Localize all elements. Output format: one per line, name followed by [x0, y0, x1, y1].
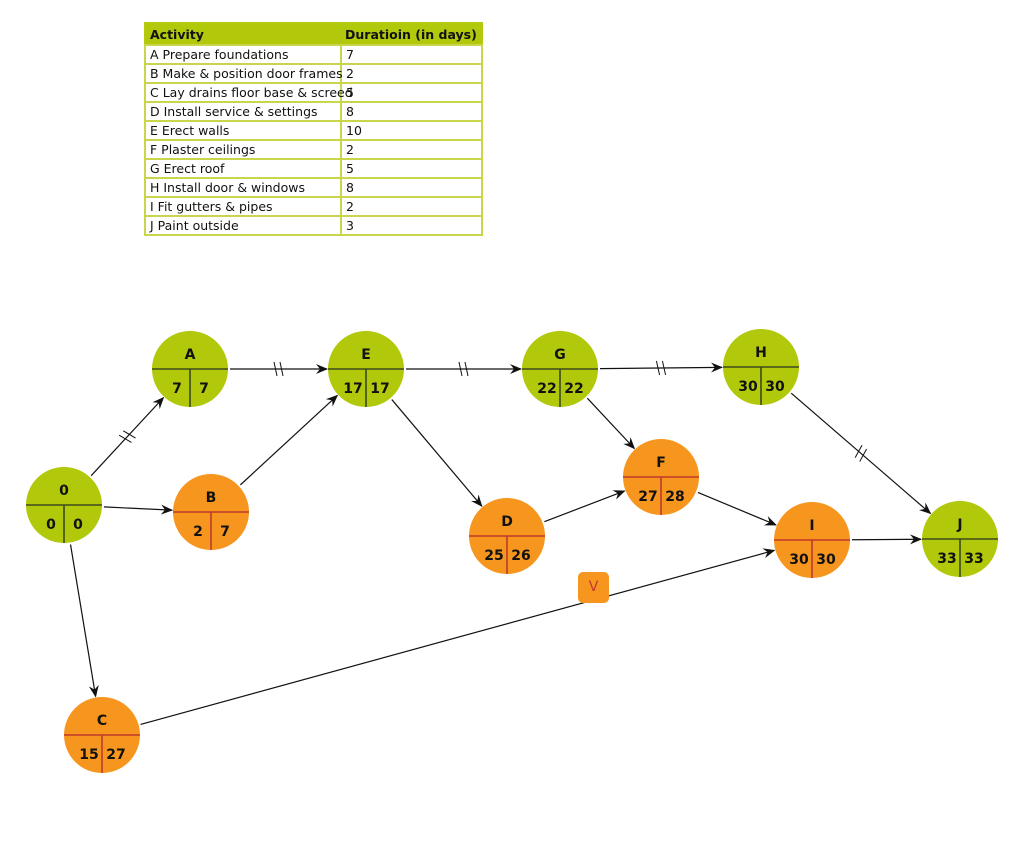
node-H[interactable]: H 30 30: [723, 329, 799, 405]
edge-H-J: [790, 392, 932, 515]
edge-E-D: [391, 399, 483, 507]
node-earliest-time: 2: [193, 524, 203, 540]
node-earliest-time: 30: [789, 552, 809, 568]
node-label: G: [554, 347, 566, 363]
edge-0-C: [69, 544, 99, 698]
node-E[interactable]: E 17 17: [328, 331, 404, 407]
node-G[interactable]: G 22 22: [522, 331, 598, 407]
nodes-layer: 00 0A7 7B2 7C15 27E17 17D25 26G22 22F27 28H30 30I…: [26, 329, 998, 773]
node-latest-time: 26: [511, 548, 530, 564]
node-label: B: [206, 490, 217, 506]
node-label: J: [956, 517, 962, 533]
node-latest-time: 30: [816, 552, 836, 568]
node-D[interactable]: D 25 26: [469, 498, 545, 574]
arrow-line: [90, 396, 165, 477]
critical-tick-mark: [854, 444, 863, 458]
node-label: A: [185, 347, 196, 363]
edge-0-B: [103, 504, 174, 515]
node-latest-time: 33: [964, 551, 983, 567]
node-earliest-time: 27: [638, 489, 657, 505]
node-label: I: [809, 518, 814, 534]
node-latest-time: 0: [73, 517, 83, 533]
node-0[interactable]: 0 0 0: [26, 467, 102, 543]
edge-D-F: [544, 490, 626, 523]
node-earliest-time: 33: [937, 551, 956, 567]
node-latest-time: 30: [765, 379, 785, 395]
activity-network-diagram: 00 0A7 7B2 7C15 27E17 17D25 26G22 22F27 28H30 30I…: [26, 329, 998, 773]
node-A[interactable]: A 7 7: [152, 331, 228, 407]
node-earliest-time: 15: [79, 747, 98, 763]
arrow-line: [391, 399, 483, 507]
node-earliest-time: 0: [46, 517, 56, 533]
v-marker-button[interactable]: V: [578, 572, 609, 603]
node-label: E: [361, 347, 371, 363]
arrow-line: [544, 490, 626, 523]
node-latest-time: 17: [370, 381, 389, 397]
edge-C-I: [140, 548, 776, 725]
edge-F-I: [697, 491, 777, 526]
arrow-line: [103, 504, 174, 515]
arrow-line: [790, 392, 932, 515]
node-latest-time: 28: [665, 489, 684, 505]
node-J[interactable]: J 33 33: [922, 501, 998, 577]
critical-tick-mark: [118, 434, 132, 443]
edge-0-A: [90, 396, 165, 477]
node-I[interactable]: I 30 30: [774, 502, 850, 578]
arrow-line: [586, 397, 636, 450]
edge-G-H: [599, 360, 724, 376]
node-latest-time: 7: [199, 381, 209, 397]
node-label: D: [501, 514, 513, 530]
arrow-line: [140, 548, 776, 725]
node-earliest-time: 25: [484, 548, 503, 564]
critical-tick-mark: [122, 430, 136, 439]
arrow-line: [599, 362, 724, 373]
node-label: 0: [59, 483, 69, 499]
node-earliest-time: 17: [343, 381, 362, 397]
edge-E-G: [406, 361, 522, 377]
critical-tick-mark: [859, 448, 868, 462]
node-latest-time: 22: [564, 381, 583, 397]
arrow-line: [69, 544, 99, 698]
node-latest-time: 7: [220, 524, 230, 540]
node-B[interactable]: B 2 7: [173, 474, 249, 550]
edge-A-E: [230, 361, 328, 377]
edge-G-F: [586, 397, 636, 450]
edge-B-E: [239, 394, 339, 486]
node-label: C: [97, 713, 107, 729]
node-label: H: [755, 345, 767, 361]
node-latest-time: 27: [106, 747, 125, 763]
node-C[interactable]: C 15 27: [64, 697, 140, 773]
node-label: F: [656, 455, 666, 471]
arrow-line: [239, 394, 339, 486]
node-earliest-time: 22: [537, 381, 556, 397]
node-earliest-time: 30: [738, 379, 758, 395]
arrow-line: [697, 491, 777, 526]
node-F[interactable]: F 27 28: [623, 439, 699, 515]
node-earliest-time: 7: [172, 381, 182, 397]
